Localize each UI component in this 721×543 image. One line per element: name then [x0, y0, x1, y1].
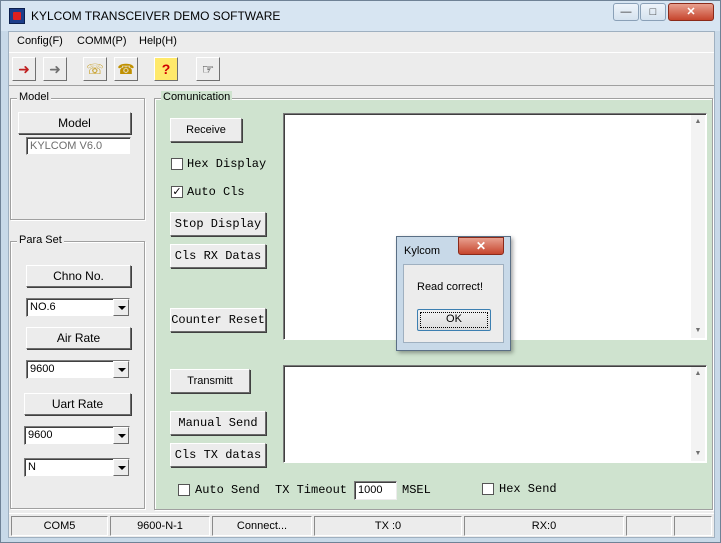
parity-select-value: N	[28, 461, 36, 473]
hex-display-label: Hex Display	[187, 157, 267, 171]
status-extra-1	[626, 516, 672, 536]
status-tx: TX :0	[314, 516, 462, 536]
dialog-body: Read correct! OK	[403, 264, 504, 343]
transmit-textarea[interactable]: ▲ ▼	[283, 365, 707, 463]
help-icon[interactable]: ?	[154, 57, 178, 81]
status-port: COM5	[11, 516, 108, 536]
dialog-ok-label: OK	[446, 313, 462, 325]
phone-connect-icon[interactable]: ☏	[83, 57, 107, 81]
receive-label: Receive	[170, 118, 242, 142]
auto-cls-checkbox[interactable]: ✓	[171, 186, 183, 198]
chevron-down-icon[interactable]	[113, 459, 129, 476]
dialog-message: Read correct!	[417, 281, 484, 293]
uart-rate-select-value: 9600	[28, 429, 53, 441]
model-button[interactable]: Model	[18, 112, 131, 134]
phone-disconnect-icon[interactable]: ☎	[114, 57, 138, 81]
cls-tx-button[interactable]: Cls TX datas	[170, 443, 266, 467]
model-value-field[interactable]: KYLCOM V6.0	[26, 137, 131, 155]
scroll-up-icon[interactable]: ▲	[691, 115, 705, 129]
chno-button[interactable]: Chno No.	[26, 265, 131, 287]
stop-display-button[interactable]: Stop Display	[170, 212, 266, 236]
window-title: KYLCOM TRANSCEIVER DEMO SOFTWARE	[31, 9, 281, 23]
para-set-group: Para Set Chno No. NO.6 Air Rate 9600 Uar…	[10, 234, 145, 509]
communication-group-title: Comunication	[161, 91, 233, 103]
air-rate-button[interactable]: Air Rate	[26, 327, 131, 349]
chno-select-value: NO.6	[30, 301, 56, 313]
manual-send-button[interactable]: Manual Send	[170, 411, 266, 435]
uart-rate-button[interactable]: Uart Rate	[24, 393, 131, 415]
status-extra-2	[674, 516, 712, 536]
export-icon[interactable]: ➜	[43, 57, 67, 81]
parity-select[interactable]: N	[24, 458, 130, 477]
auto-send-checkbox[interactable]	[178, 484, 190, 496]
status-connection: Connect...	[212, 516, 312, 536]
dialog-close-button[interactable]: ✕	[458, 237, 504, 255]
msel-label: MSEL	[402, 483, 431, 497]
chevron-down-icon[interactable]	[113, 299, 129, 316]
menu-config[interactable]: Config(F)	[17, 35, 63, 47]
chevron-down-icon[interactable]	[113, 427, 129, 444]
transmit-scrollbar[interactable]: ▲ ▼	[691, 367, 705, 461]
auto-send-label: Auto Send	[195, 483, 260, 497]
menu-bar: Config(F) COMM(P) Help(H)	[9, 32, 714, 52]
hex-send-label: Hex Send	[499, 482, 557, 496]
scroll-down-icon[interactable]: ▼	[691, 447, 705, 461]
dialog-ok-button[interactable]: OK	[417, 309, 491, 331]
import-icon[interactable]: ➜	[12, 57, 36, 81]
hex-display-checkbox[interactable]	[171, 158, 183, 170]
close-button[interactable]: ✕	[668, 3, 714, 21]
air-rate-select-value: 9600	[30, 363, 55, 375]
toolbar: ➜ ➜ ☏ ☎ ? ☞	[9, 52, 714, 86]
message-dialog: Kylcom ✕ Read correct! OK	[396, 236, 511, 351]
menu-help[interactable]: Help(H)	[139, 35, 177, 47]
chno-select[interactable]: NO.6	[26, 298, 130, 317]
scroll-up-icon[interactable]: ▲	[691, 367, 705, 381]
cls-rx-button[interactable]: Cls RX Datas	[170, 244, 266, 268]
title-bar[interactable]: KYLCOM TRANSCEIVER DEMO SOFTWARE — □ ✕	[1, 1, 720, 31]
tx-timeout-label: TX Timeout	[275, 483, 348, 497]
auto-cls-label: Auto Cls	[187, 185, 245, 199]
status-rx: RX:0	[464, 516, 624, 536]
para-set-group-title: Para Set	[17, 234, 64, 246]
model-group-title: Model	[17, 91, 51, 103]
main-window: KYLCOM TRANSCEIVER DEMO SOFTWARE — □ ✕ C…	[0, 0, 721, 543]
tx-timeout-input[interactable]: 1000	[354, 481, 397, 500]
menu-comm[interactable]: COMM(P)	[77, 35, 127, 47]
app-icon	[9, 8, 25, 24]
status-baud: 9600-N-1	[110, 516, 210, 536]
hand-pointer-icon[interactable]: ☞	[196, 57, 220, 81]
client-area: Config(F) COMM(P) Help(H) ➜ ➜ ☏ ☎ ? ☞ Mo…	[8, 31, 715, 538]
minimize-button[interactable]: —	[613, 3, 639, 21]
scroll-down-icon[interactable]: ▼	[691, 324, 705, 338]
receive-scrollbar[interactable]: ▲ ▼	[691, 115, 705, 338]
status-bar: COM5 9600-N-1 Connect... TX :0 RX:0	[9, 513, 714, 537]
maximize-button[interactable]: □	[640, 3, 666, 21]
model-group: Model Model KYLCOM V6.0	[10, 91, 145, 220]
transmit-label: Transmitt	[170, 369, 250, 393]
counter-reset-button[interactable]: Counter Reset	[170, 308, 266, 332]
air-rate-select[interactable]: 9600	[26, 360, 130, 379]
hex-send-checkbox[interactable]	[482, 483, 494, 495]
chevron-down-icon[interactable]	[113, 361, 129, 378]
uart-rate-select[interactable]: 9600	[24, 426, 130, 445]
dialog-title: Kylcom	[404, 245, 441, 257]
